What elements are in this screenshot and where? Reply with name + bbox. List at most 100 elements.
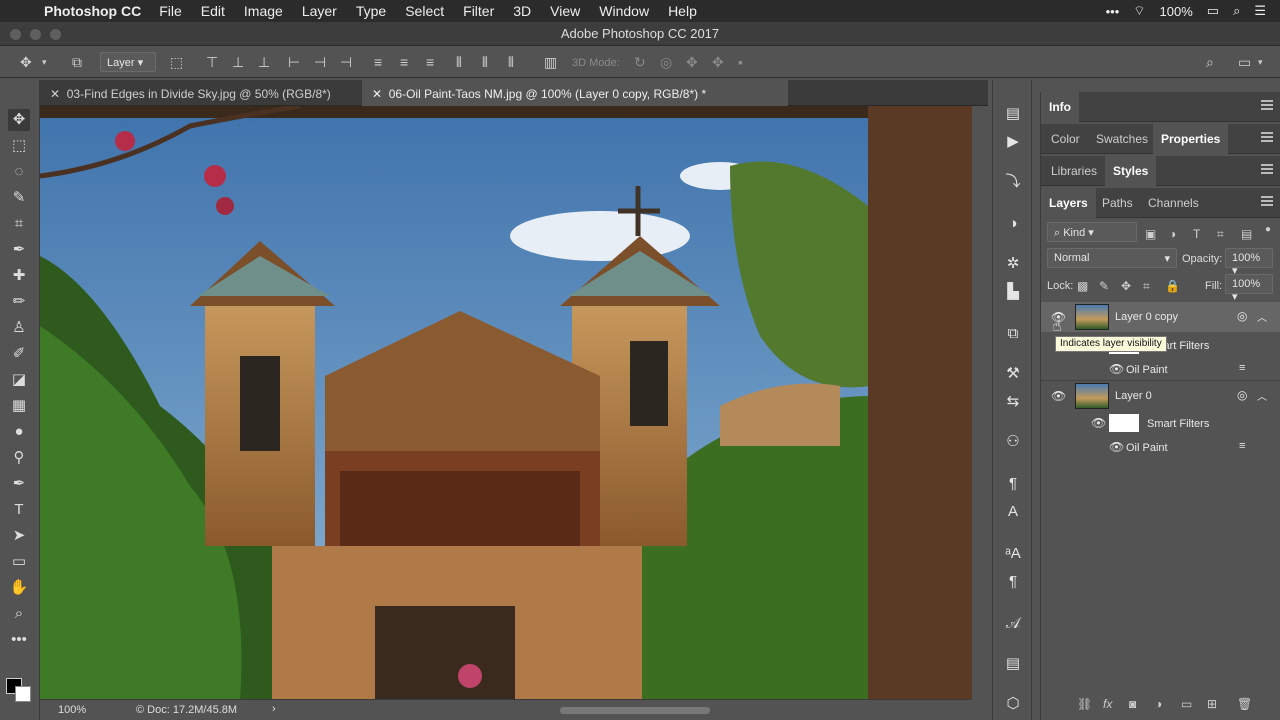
panel-menu-icon[interactable] xyxy=(1261,164,1273,174)
filter-type-icon[interactable]: T xyxy=(1193,226,1200,242)
properties-icon[interactable]: ▤ xyxy=(1001,652,1025,676)
tab-info[interactable]: Info xyxy=(1041,92,1079,122)
close-icon[interactable]: ✕ xyxy=(50,87,60,101)
link-layers-icon[interactable]: ⛓ xyxy=(1077,696,1092,712)
menu-file[interactable]: File xyxy=(159,3,182,19)
fill-field[interactable]: 100% ▾ xyxy=(1225,274,1273,303)
timeline-icon[interactable]: ⇆ xyxy=(1001,390,1025,414)
zoom-level[interactable]: 100% xyxy=(58,704,86,716)
add-mask-icon[interactable]: ◙ xyxy=(1129,696,1136,712)
3d-drag-icon[interactable]: ✥ xyxy=(686,54,698,70)
panel-menu-icon[interactable] xyxy=(1261,132,1273,142)
align-bottom-icon[interactable]: ⊥ xyxy=(258,54,270,70)
lock-artboard-icon[interactable]: ⌗ xyxy=(1143,278,1150,294)
character-styles-icon[interactable]: ᵃA xyxy=(1001,542,1025,566)
panel-menu-icon[interactable] xyxy=(1261,100,1273,110)
tab-libraries[interactable]: Libraries xyxy=(1051,164,1097,178)
gradient-tool-icon[interactable]: ▦ xyxy=(8,395,30,417)
actions-icon[interactable]: ▶ xyxy=(1001,130,1025,154)
more-icon[interactable]: ••• xyxy=(1106,4,1120,19)
trash-icon[interactable]: 🗑 xyxy=(1237,696,1252,712)
align-left-icon[interactable]: ⊢ xyxy=(288,54,300,70)
menu-view[interactable]: View xyxy=(550,3,580,19)
distribute-left-icon[interactable]: ⫴ xyxy=(456,54,462,70)
lock-position-icon[interactable]: ✥ xyxy=(1121,278,1131,294)
lock-all-icon[interactable]: 🔒 xyxy=(1165,278,1180,294)
move-tool-icon[interactable]: ✥ xyxy=(8,109,30,131)
tab-properties[interactable]: Properties xyxy=(1153,124,1229,154)
oil-paint-row-0[interactable]: 👁 Oil Paint ≡ xyxy=(1041,358,1280,380)
3d-scale-icon[interactable]: ▪ xyxy=(738,54,743,70)
glyphs-icon[interactable]: 𝒜 xyxy=(1001,612,1025,636)
3d-slide-icon[interactable]: ✥ xyxy=(712,54,724,70)
app-menu[interactable]: Photoshop CC xyxy=(44,3,141,19)
3d-roll-icon[interactable]: ◎ xyxy=(660,54,672,70)
more-tools-icon[interactable]: ••• xyxy=(8,629,30,651)
search-icon[interactable]: ⌕ xyxy=(1206,54,1214,70)
quick-select-tool-icon[interactable]: ✎ xyxy=(8,187,30,209)
smart-filters-row-1[interactable]: 👁 Smart Filters xyxy=(1041,410,1280,436)
tab-layers[interactable]: Layers xyxy=(1041,188,1096,218)
marquee-tool-icon[interactable]: ⬚ xyxy=(8,135,30,157)
align-top-icon[interactable]: ⊤ xyxy=(206,54,218,70)
healing-brush-tool-icon[interactable]: ✚ xyxy=(8,265,30,287)
align-hcenter-icon[interactable]: ⊣ xyxy=(314,54,326,70)
tab-channels[interactable]: Channels xyxy=(1148,196,1199,210)
chevron-up-icon[interactable]: ︿ xyxy=(1257,309,1267,324)
filter-pixel-icon[interactable]: ▣ xyxy=(1145,226,1156,242)
lock-transparency-icon[interactable]: ▩ xyxy=(1077,278,1088,294)
layer-row-layer0[interactable]: 👁 Layer 0 ◎ ︿ xyxy=(1041,380,1280,410)
history-brush-tool-icon[interactable]: ✐ xyxy=(8,343,30,365)
pen-tool-icon[interactable]: ✒ xyxy=(8,473,30,495)
wifi-icon[interactable]: ⌔ xyxy=(1133,3,1145,19)
align-vcenter-icon[interactable]: ⊥ xyxy=(232,54,244,70)
eye-icon[interactable]: 👁 xyxy=(1109,362,1124,376)
menu-select[interactable]: Select xyxy=(405,3,444,19)
dodge-tool-icon[interactable]: ⚲ xyxy=(8,447,30,469)
blur-tool-icon[interactable]: ● xyxy=(8,421,30,443)
menu-layer[interactable]: Layer xyxy=(302,3,337,19)
search-icon[interactable]: ⌕ xyxy=(1233,3,1240,19)
fx-icon[interactable]: fx xyxy=(1103,696,1112,712)
distribute-hcenter-icon[interactable]: ⫴ xyxy=(482,54,488,70)
menu-window[interactable]: Window xyxy=(599,3,649,19)
distribute-bottom-icon[interactable]: ≡ xyxy=(426,54,434,70)
auto-align-icon[interactable]: ▥ xyxy=(544,54,557,70)
histogram-icon[interactable]: ▙ xyxy=(1001,280,1025,304)
notes-icon[interactable]: ⚇ xyxy=(1001,430,1025,454)
filter-name[interactable]: Oil Paint xyxy=(1126,364,1168,376)
lock-image-icon[interactable]: ✎ xyxy=(1099,278,1109,294)
type-tool-icon[interactable]: T xyxy=(8,499,30,521)
menu-help[interactable]: Help xyxy=(668,3,697,19)
tab-color[interactable]: Color xyxy=(1051,132,1080,146)
eye-icon[interactable]: 👁 xyxy=(1109,440,1124,454)
chevron-right-icon[interactable]: › xyxy=(272,703,276,715)
panel-menu-icon[interactable] xyxy=(1261,196,1273,206)
filter-name[interactable]: Oil Paint xyxy=(1126,442,1168,454)
history-icon[interactable]: ▤ xyxy=(1001,102,1025,126)
blend-mode-dropdown[interactable]: Normal ▾ xyxy=(1047,248,1177,268)
align-right-icon[interactable]: ⊣ xyxy=(340,54,352,70)
navigator-icon[interactable]: ✲ xyxy=(1001,252,1025,276)
layer-name[interactable]: Layer 0 xyxy=(1115,390,1152,402)
filter-smart-object-icon[interactable]: ▤ xyxy=(1241,226,1252,242)
auto-select-icon[interactable]: ⧉ xyxy=(72,54,82,70)
list-icon[interactable]: ☰ xyxy=(1254,3,1266,19)
layer-row-layer0copy[interactable]: 👁 Layer 0 copy ◎ ︿ xyxy=(1041,302,1280,332)
eye-icon[interactable]: 👁 xyxy=(1051,389,1066,403)
battery-icon[interactable]: ▭ xyxy=(1207,3,1219,19)
menu-type[interactable]: Type xyxy=(356,3,386,19)
new-group-icon[interactable]: ▭ xyxy=(1181,696,1192,712)
menu-filter[interactable]: Filter xyxy=(463,3,494,19)
3d-rotate-icon[interactable]: ↻ xyxy=(634,54,646,70)
distribute-right-icon[interactable]: ⫴ xyxy=(508,54,514,70)
character-icon[interactable]: A xyxy=(1001,500,1025,524)
paragraph-icon[interactable]: ¶ xyxy=(1001,472,1025,496)
layer-name[interactable]: Layer 0 copy xyxy=(1115,311,1178,323)
auto-select-dropdown[interactable]: Layer ▾ xyxy=(100,52,156,72)
menu-edit[interactable]: Edit xyxy=(201,3,225,19)
menu-3d[interactable]: 3D xyxy=(513,3,531,19)
oil-paint-row-1[interactable]: 👁 Oil Paint ≡ xyxy=(1041,436,1280,458)
workspace-icon[interactable]: ▭ xyxy=(1238,54,1251,70)
filter-options-icon[interactable]: ≡ xyxy=(1239,362,1245,374)
